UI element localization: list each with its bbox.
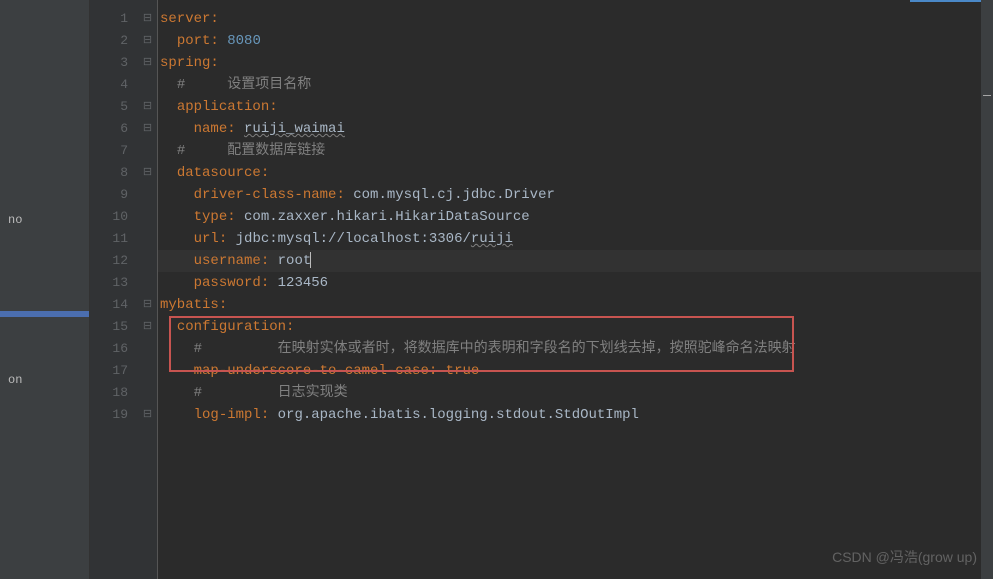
code-line[interactable]: mybatis: <box>158 294 993 316</box>
line-number[interactable]: 9 <box>90 184 138 206</box>
fold-gutter[interactable]: ⊟⊟⊟⊟⊟⊟⊟⊟⊟ <box>138 0 158 579</box>
code-line[interactable]: configuration: <box>158 316 993 338</box>
line-number[interactable]: 16 <box>90 338 138 360</box>
code-line[interactable]: server: <box>158 8 993 30</box>
sidebar-item-selected[interactable] <box>0 311 89 317</box>
fold-marker[interactable]: ⊟ <box>138 404 157 426</box>
fold-marker[interactable]: ⊟ <box>138 8 157 30</box>
code-line[interactable]: driver-class-name: com.mysql.cj.jdbc.Dri… <box>158 184 993 206</box>
project-sidebar[interactable]: no on <box>0 0 90 579</box>
scrollbar-thumb[interactable] <box>983 95 991 96</box>
fold-marker[interactable] <box>138 184 157 206</box>
line-number[interactable]: 10 <box>90 206 138 228</box>
fold-marker[interactable] <box>138 74 157 96</box>
line-number[interactable]: 1 <box>90 8 138 30</box>
code-line[interactable]: username: root <box>158 250 993 272</box>
fold-marker[interactable] <box>138 140 157 162</box>
line-number[interactable]: 15 <box>90 316 138 338</box>
line-number[interactable]: 13 <box>90 272 138 294</box>
fold-marker[interactable] <box>138 250 157 272</box>
fold-marker[interactable]: ⊟ <box>138 52 157 74</box>
code-line[interactable]: password: 123456 <box>158 272 993 294</box>
code-line[interactable]: application: <box>158 96 993 118</box>
line-number[interactable]: 12 <box>90 250 138 272</box>
line-number-gutter: 12345678910111213141516171819 <box>90 0 138 579</box>
code-line[interactable]: map-underscore-to-camel-case: true <box>158 360 993 382</box>
watermark: CSDN @冯浩(grow up) <box>832 547 977 567</box>
fold-marker[interactable] <box>138 360 157 382</box>
fold-marker[interactable] <box>138 206 157 228</box>
line-number[interactable]: 3 <box>90 52 138 74</box>
sidebar-item[interactable]: on <box>2 370 28 390</box>
line-number[interactable]: 8 <box>90 162 138 184</box>
scrollbar-track[interactable] <box>981 0 993 579</box>
code-line[interactable]: log-impl: org.apache.ibatis.logging.stdo… <box>158 404 993 426</box>
fold-marker[interactable]: ⊟ <box>138 30 157 52</box>
line-number[interactable]: 19 <box>90 404 138 426</box>
fold-marker[interactable] <box>138 272 157 294</box>
line-number[interactable]: 2 <box>90 30 138 52</box>
fold-marker[interactable]: ⊟ <box>138 316 157 338</box>
fold-marker[interactable]: ⊟ <box>138 118 157 140</box>
code-line[interactable]: # 日志实现类 <box>158 382 993 404</box>
code-line[interactable]: # 配置数据库链接 <box>158 140 993 162</box>
fold-marker[interactable] <box>138 228 157 250</box>
line-number[interactable]: 4 <box>90 74 138 96</box>
fold-marker[interactable] <box>138 382 157 404</box>
line-number[interactable]: 7 <box>90 140 138 162</box>
code-line[interactable]: url: jdbc:mysql://localhost:3306/ruiji <box>158 228 993 250</box>
sidebar-item[interactable]: no <box>2 210 28 230</box>
code-line[interactable]: port: 8080 <box>158 30 993 52</box>
code-line[interactable]: # 设置项目名称 <box>158 74 993 96</box>
code-line[interactable]: spring: <box>158 52 993 74</box>
line-number[interactable]: 14 <box>90 294 138 316</box>
code-line[interactable]: type: com.zaxxer.hikari.HikariDataSource <box>158 206 993 228</box>
code-line[interactable]: # 在映射实体或者时，将数据库中的表明和字段名的下划线去掉，按照驼峰命名法映射 <box>158 338 993 360</box>
fold-marker[interactable] <box>138 338 157 360</box>
code-line[interactable]: datasource: <box>158 162 993 184</box>
line-number[interactable]: 6 <box>90 118 138 140</box>
line-number[interactable]: 11 <box>90 228 138 250</box>
fold-marker[interactable]: ⊟ <box>138 294 157 316</box>
line-number[interactable]: 18 <box>90 382 138 404</box>
code-line[interactable]: name: ruiji_waimai <box>158 118 993 140</box>
code-editor[interactable]: server: port: 8080spring: # 设置项目名称 appli… <box>158 0 993 579</box>
line-number[interactable]: 17 <box>90 360 138 382</box>
fold-marker[interactable]: ⊟ <box>138 96 157 118</box>
fold-marker[interactable]: ⊟ <box>138 162 157 184</box>
line-number[interactable]: 5 <box>90 96 138 118</box>
